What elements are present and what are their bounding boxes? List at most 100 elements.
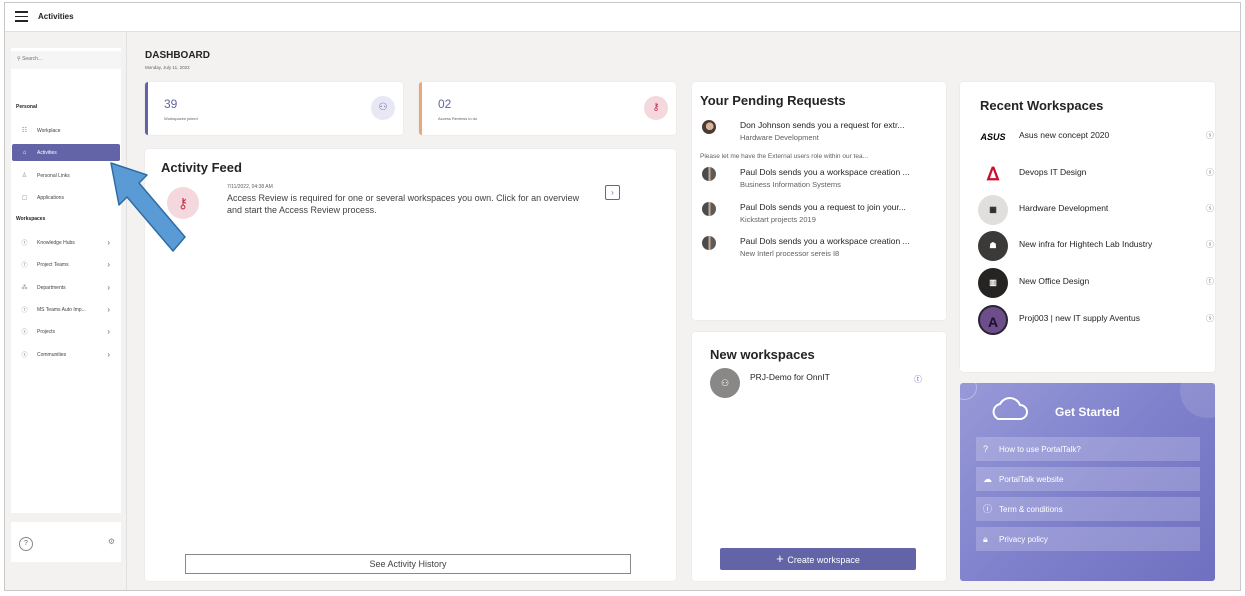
request-workspace: Hardware Development xyxy=(740,133,819,142)
rog-logo-icon: ᐃ xyxy=(986,164,1000,184)
link-portaltalk-website[interactable]: ☁ PortalTalk website xyxy=(976,467,1200,491)
workspace-name: Proj003 | new IT supply Aventus xyxy=(1019,313,1140,323)
key-icon: ⚷ xyxy=(644,96,668,120)
home-icon: ⌂ xyxy=(22,149,27,156)
personal-section-label: Personal xyxy=(16,104,38,110)
recent-workspaces-card: Recent Workspaces ASUS Asus new concept … xyxy=(960,82,1215,372)
decorative-circle xyxy=(1180,383,1215,418)
chevron-right-icon: › xyxy=(107,283,110,292)
request-title: Don Johnson sends you a request for extr… xyxy=(740,120,905,130)
teams-icon: ⓣ xyxy=(21,241,28,247)
sidebar-item-label: Projects xyxy=(37,328,56,335)
sharepoint-icon: ⓢ xyxy=(21,353,28,359)
app-title: Activities xyxy=(38,12,74,21)
link-label: Term & conditions xyxy=(999,505,1063,514)
workspace-name[interactable]: PRJ-Demo for OnnIT xyxy=(750,372,830,382)
link-label: PortalTalk website xyxy=(999,475,1064,484)
link-label: How to use PortalTalk? xyxy=(999,445,1081,454)
sharepoint-icon: ⓢ xyxy=(1206,131,1214,140)
avatar xyxy=(702,167,716,181)
avatar xyxy=(702,202,716,216)
sidebar-item-departments[interactable]: ⁂ Departments › xyxy=(12,279,120,296)
sidebar-item-communities[interactable]: ⓢ Communities › xyxy=(12,346,120,363)
search-placeholder: Search... xyxy=(22,56,43,62)
request-workspace: New Interl processor sereis I8 xyxy=(740,249,840,258)
person-icon: ♙ xyxy=(21,173,28,179)
chevron-right-icon: › xyxy=(107,260,110,269)
hardware-logo-icon: ▦ xyxy=(978,195,1008,225)
hamburger-menu-icon[interactable] xyxy=(15,11,28,23)
apps-icon: ▢ xyxy=(21,195,28,201)
stat-label: Access Reviews to do xyxy=(438,116,478,121)
link-privacy-policy[interactable]: 🔒︎ Privacy policy xyxy=(976,527,1200,551)
workspace-name: Hardware Development xyxy=(1019,203,1109,213)
sidebar-item-label: Knowledge Hubs xyxy=(37,239,75,246)
gear-icon[interactable]: ⚙ xyxy=(108,537,115,546)
sidebar-item-projects[interactable]: ⓢ Projects › xyxy=(12,323,120,340)
plus-icon: + xyxy=(776,551,788,566)
recent-workspace-item[interactable]: A Proj003 | new IT supply Aventus ⓢ xyxy=(978,305,1214,335)
new-workspaces-card: New workspaces ⚇ PRJ-Demo for OnnIT ⓣ + … xyxy=(692,332,946,581)
sidebar-item-applications[interactable]: ▢ Applications xyxy=(12,189,120,206)
recent-workspace-item[interactable]: ▦ Hardware Development ⓢ xyxy=(978,195,1214,225)
teams-icon: ⓣ xyxy=(914,375,922,384)
cloud-icon xyxy=(992,397,1028,420)
sidebar-item-label: Personal Links xyxy=(37,172,70,179)
feed-item-date: 7/11/2022, 04:38 AM xyxy=(227,184,273,190)
workspace-logo: A xyxy=(978,305,1008,335)
chevron-right-icon: › xyxy=(107,305,110,314)
new-workspaces-title: New workspaces xyxy=(710,347,815,362)
office-building-icon: ▥ xyxy=(978,268,1008,298)
sidebar-item-knowledge-hubs[interactable]: ⓣ Knowledge Hubs › xyxy=(12,234,120,251)
sharepoint-icon: ⓢ xyxy=(1206,240,1214,249)
chevron-right-icon: › xyxy=(107,327,110,336)
org-icon: ⁂ xyxy=(21,285,28,291)
app-window: Activities ⚲ Search... Personal ☷ Workpla… xyxy=(4,2,1241,591)
activity-feed-card: Activity Feed ⚷ 7/11/2022, 04:38 AM Acce… xyxy=(145,149,676,581)
decorative-circle xyxy=(960,383,977,400)
chevron-right-icon[interactable]: › xyxy=(605,185,620,200)
workspace-name: Devops IT Design xyxy=(1019,167,1087,177)
pending-requests-card: Your Pending Requests Don Johnson sends … xyxy=(692,82,946,320)
cloud-icon: ☁ xyxy=(983,474,992,484)
help-circle-icon: ? xyxy=(983,444,989,454)
sidebar-item-personal-links[interactable]: ♙ Personal Links xyxy=(12,167,120,184)
sidebar-item-workplace[interactable]: ☷ Workplace xyxy=(12,122,120,139)
workspace-name: New Office Design xyxy=(1019,276,1090,286)
lock-icon: 🔒︎ xyxy=(983,534,988,544)
recent-workspace-item[interactable]: ASUS Asus new concept 2020 ⓢ xyxy=(978,122,1214,152)
grid-icon: ☷ xyxy=(21,128,28,134)
annotation-arrow-icon xyxy=(110,162,186,252)
create-workspace-button[interactable]: + Create workspace xyxy=(720,548,916,570)
get-started-title: Get Started xyxy=(1055,405,1120,419)
infra-logo-icon: ☗ xyxy=(978,231,1008,261)
request-note: Please let me have the External users ro… xyxy=(700,153,869,160)
recent-workspaces-title: Recent Workspaces xyxy=(980,98,1104,113)
link-terms[interactable]: ⓘ Term & conditions xyxy=(976,497,1200,521)
sidebar-item-label: Project Teams xyxy=(37,261,69,268)
stat-card-access-reviews[interactable]: 02 Access Reviews to do ⚷ xyxy=(419,82,676,135)
stat-card-workspaces[interactable]: 39 Workspaces joined ⚇ xyxy=(145,82,403,135)
recent-workspace-item[interactable]: ▥ New Office Design ⓣ xyxy=(978,268,1214,298)
see-activity-history-button[interactable]: See Activity History xyxy=(185,554,631,574)
people-icon: ⚇ xyxy=(371,96,395,120)
sharepoint-icon: ⓢ xyxy=(1206,314,1214,323)
recent-workspace-item[interactable]: ᐃ Devops IT Design ⓢ xyxy=(978,159,1214,189)
page-title: DASHBOARD xyxy=(145,50,210,61)
sidebar-item-label: Applications xyxy=(37,194,64,201)
sidebar-item-ms-teams-auto-import[interactable]: ⓣ MS Teams Auto Imp... › xyxy=(12,301,120,318)
workspace-name: New infra for Hightech Lab Industry xyxy=(1019,239,1153,249)
sharepoint-icon: ⓢ xyxy=(1206,168,1214,177)
help-button[interactable]: ? xyxy=(19,537,33,551)
search-input[interactable]: ⚲ Search... xyxy=(11,51,121,69)
sidebar-item-activities[interactable]: ⌂ Activities xyxy=(12,144,120,161)
sidebar-item-label: MS Teams Auto Imp... xyxy=(37,306,86,313)
group-avatar-icon: ⚇ xyxy=(710,368,740,398)
create-workspace-label: Create workspace xyxy=(787,555,860,565)
sidebar-item-label: Activities xyxy=(37,149,57,156)
sidebar-item-project-teams[interactable]: ⓣ Project Teams › xyxy=(12,256,120,273)
feed-item-text[interactable]: Access Review is required for one or sev… xyxy=(227,192,587,216)
recent-workspace-item[interactable]: ☗ New infra for Hightech Lab Industry ⓢ xyxy=(978,231,1214,261)
sidebar-item-label: Workplace xyxy=(37,127,61,134)
link-how-to-use[interactable]: ? How to use PortalTalk? xyxy=(976,437,1200,461)
